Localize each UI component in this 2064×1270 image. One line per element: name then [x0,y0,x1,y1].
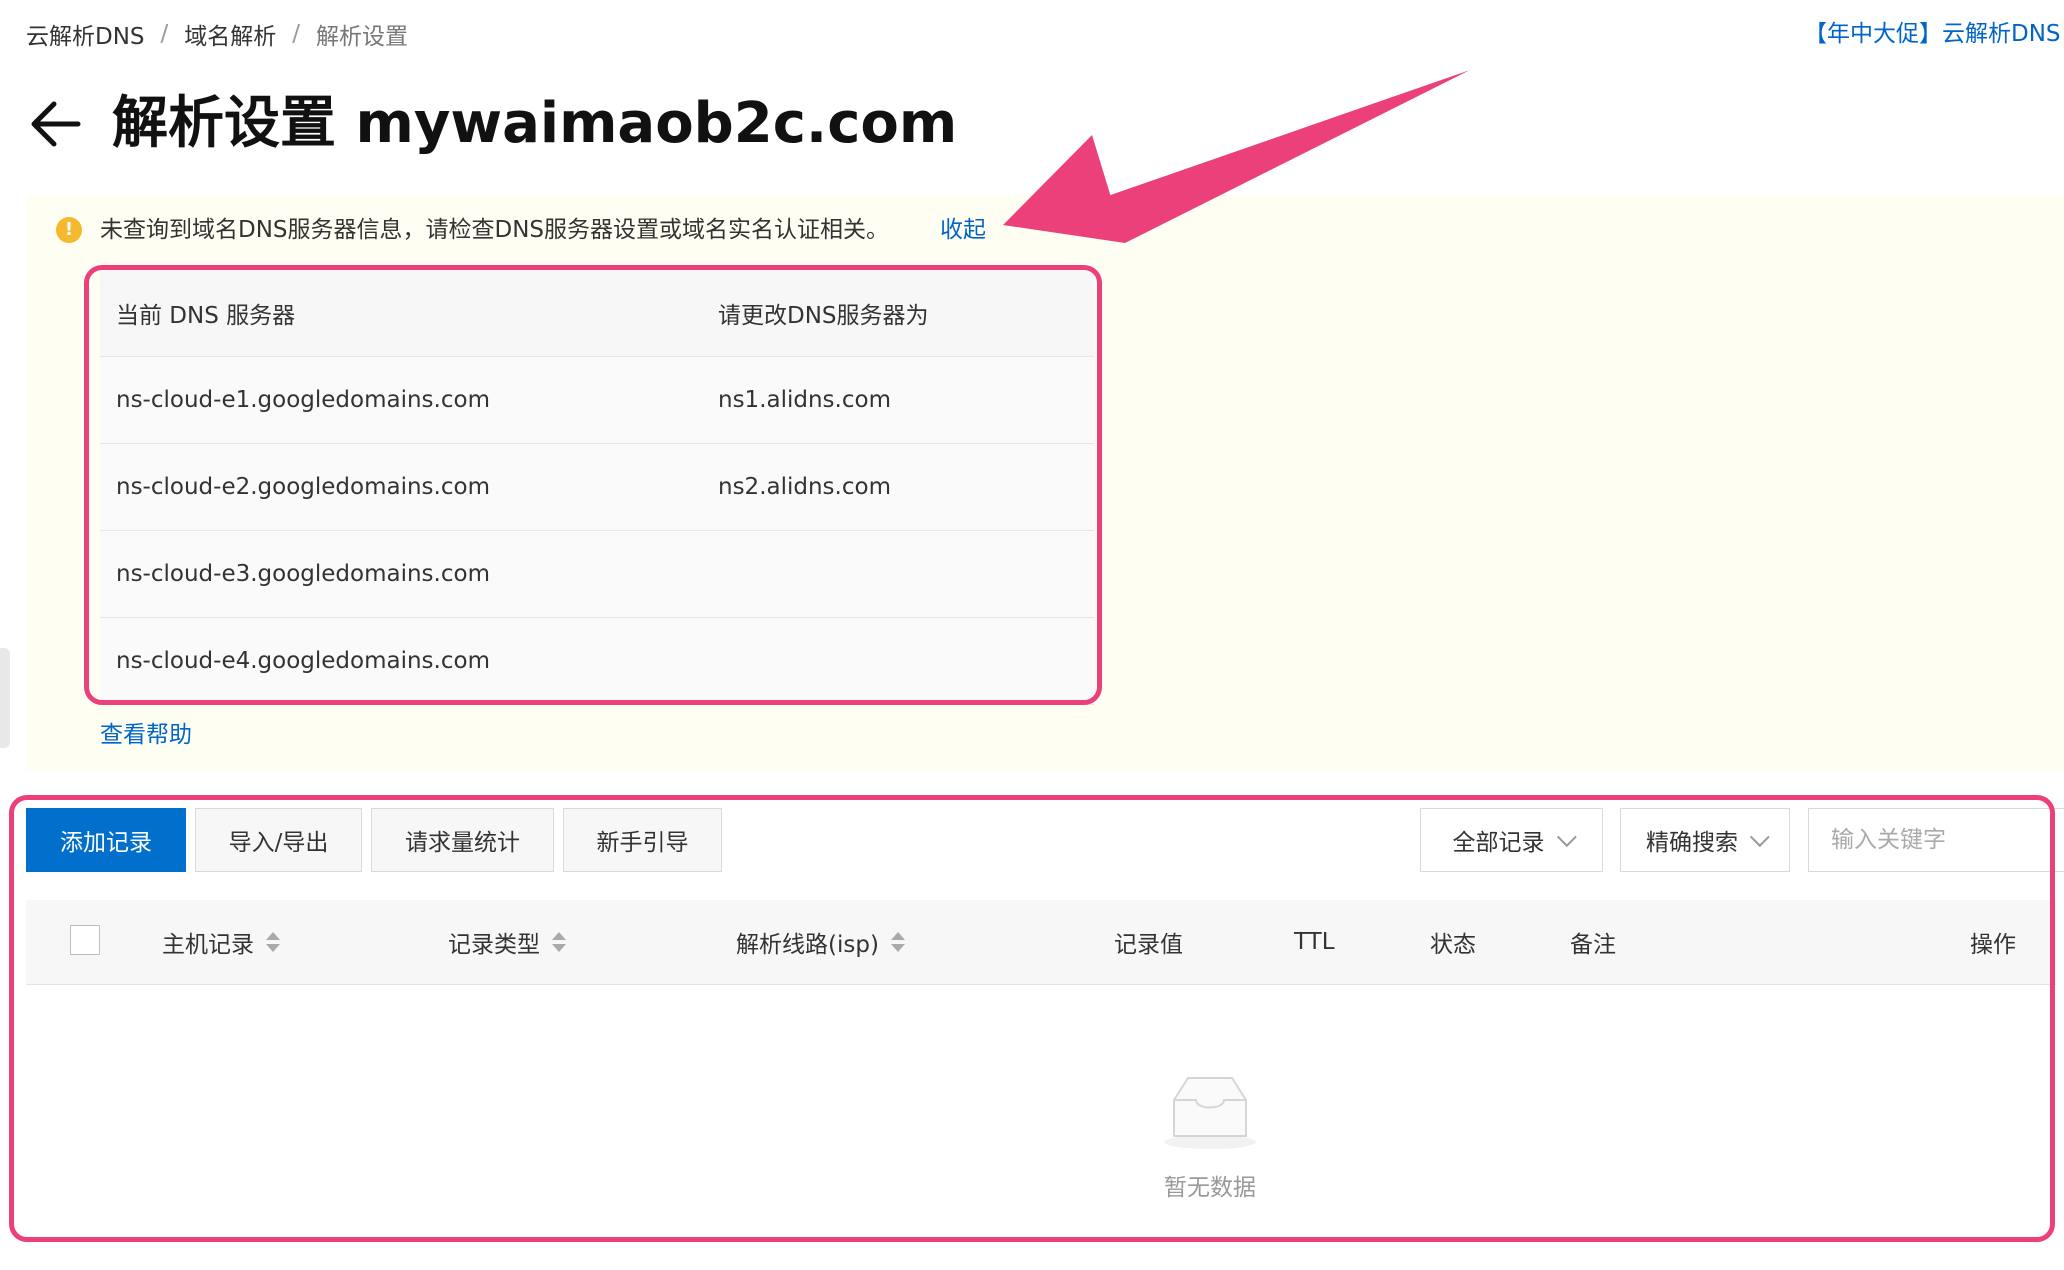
column-host[interactable]: 主机记录 [162,900,280,984]
breadcrumb-separator: / [160,21,169,47]
column-type[interactable]: 记录类型 [448,900,566,984]
current-dns-cell: ns-cloud-e3.googledomains.com [116,561,490,587]
target-dns-cell: ns2.alidns.com [718,474,891,500]
empty-inbox-icon [1164,1077,1256,1149]
dns-server-table: 当前 DNS 服务器 请更改DNS服务器为 ns-cloud-e1.google… [100,270,1094,705]
column-value: 记录值 [1114,932,1183,958]
column-remark: 备注 [1570,932,1616,958]
column-ttl: TTL [1294,929,1335,955]
back-arrow-icon[interactable] [28,96,84,152]
select-all-checkbox[interactable] [70,925,100,955]
search-mode-select[interactable]: 精确搜索 [1620,808,1790,872]
current-dns-header: 当前 DNS 服务器 [116,303,296,329]
breadcrumb-item-current: 解析设置 [316,24,409,50]
sort-icon[interactable] [552,932,566,952]
keyword-search-input[interactable] [1808,808,2064,872]
target-dns-cell: ns1.alidns.com [718,387,891,413]
record-filter-value: 全部记录 [1452,830,1545,856]
dns-table-header: 当前 DNS 服务器 请更改DNS服务器为 [100,270,1094,357]
column-line[interactable]: 解析线路(isp) [736,900,905,984]
warning-message: 未查询到域名DNS服务器信息，请检查DNS服务器设置或域名实名认证相关。 [100,217,890,243]
empty-state-text: 暂无数据 [1164,1175,1256,1201]
breadcrumb: 云解析DNS / 域名解析 / 解析设置 [26,14,408,54]
chevron-down-icon [1749,827,1770,848]
current-dns-cell: ns-cloud-e4.googledomains.com [116,648,490,674]
promo-link[interactable]: 【年中大促】云解析DNS [1804,14,2064,54]
table-row: ns-cloud-e3.googledomains.com [100,531,1094,618]
sort-icon[interactable] [266,932,280,952]
current-dns-cell: ns-cloud-e1.googledomains.com [116,387,490,413]
column-type-label: 记录类型 [448,932,540,958]
search-mode-value: 精确搜索 [1646,830,1738,856]
breadcrumb-separator: / [292,21,301,47]
column-line-label: 解析线路(isp) [736,932,879,958]
request-stats-button[interactable]: 请求量统计 [371,808,554,872]
breadcrumb-item-dns[interactable]: 云解析DNS [26,17,145,51]
table-row: ns-cloud-e1.googledomains.com ns1.alidns… [100,357,1094,444]
record-filter-select[interactable]: 全部记录 [1420,808,1603,872]
page-title: 解析设置 mywaimaob2c.com [112,91,958,156]
records-table-header: 主机记录 记录类型 解析线路(isp) 记录值 TTL 状态 备注 操作 [26,900,2056,985]
column-action: 操作 [1970,932,2016,958]
target-dns-header: 请更改DNS服务器为 [718,303,929,329]
warning-icon: ! [56,217,82,243]
column-host-label: 主机记录 [162,932,254,958]
column-status: 状态 [1430,932,1476,958]
chevron-down-icon [1556,827,1577,848]
beginner-guide-button[interactable]: 新手引导 [563,808,722,872]
add-record-button[interactable]: 添加记录 [26,808,186,872]
table-row: ns-cloud-e2.googledomains.com ns2.alidns… [100,444,1094,531]
help-link[interactable]: 查看帮助 [100,715,192,755]
collapse-link[interactable]: 收起 [940,210,986,250]
sort-icon[interactable] [890,932,905,952]
breadcrumb-item-domain-resolution[interactable]: 域名解析 [184,17,276,51]
side-collapse-tab[interactable] [0,648,10,748]
import-export-button[interactable]: 导入/导出 [195,808,362,872]
table-row: ns-cloud-e4.googledomains.com [100,618,1094,705]
current-dns-cell: ns-cloud-e2.googledomains.com [116,474,490,500]
